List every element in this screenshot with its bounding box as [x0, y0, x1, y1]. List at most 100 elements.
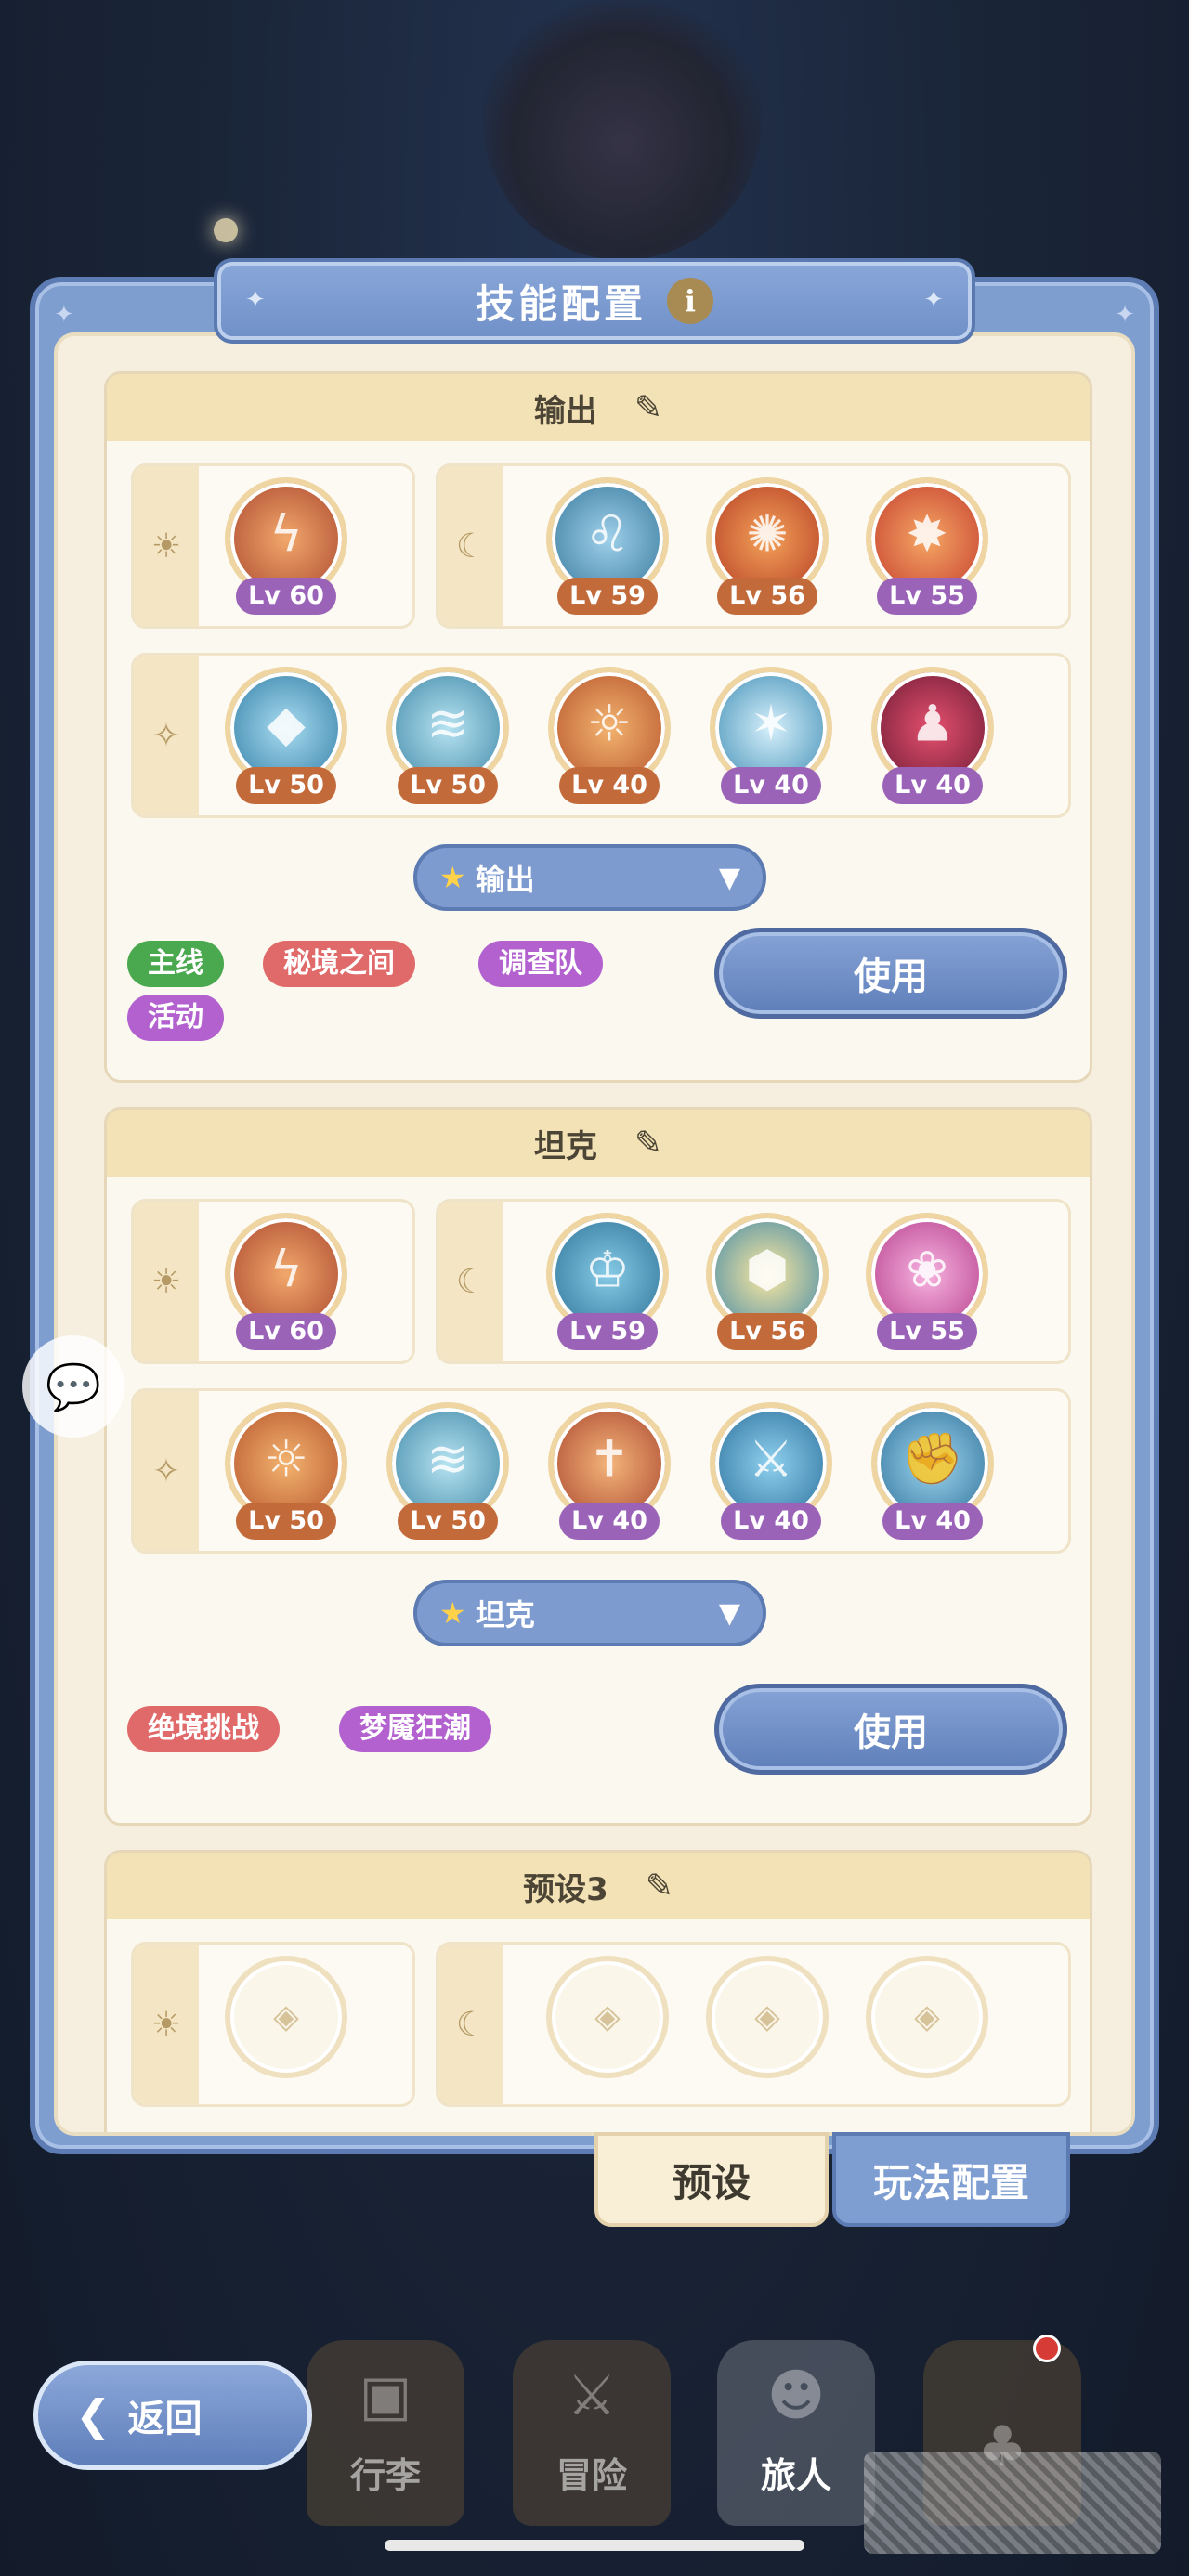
skill-icon[interactable]: ✺ Lv 56	[706, 477, 829, 615]
nav-traveler[interactable]: ☻ 旅人	[717, 2340, 875, 2526]
lightning-icon: ϟ	[269, 504, 303, 564]
back-button[interactable]: ❮ 返回	[33, 2361, 312, 2470]
skill-icon[interactable]: ⬢ Lv 56	[706, 1213, 829, 1350]
skill-icon[interactable]: ϟ Lv 60	[225, 477, 347, 615]
moon-skill-slots: ☾ ♌ Lv 59 ✺ Lv 56 ✸ Lv 55	[436, 463, 1071, 629]
skill-icon[interactable]: ☼ Lv 40	[548, 667, 671, 804]
mode-tag: 秘境之间	[263, 941, 415, 987]
sun-icon: ☀	[134, 1202, 199, 1361]
role-dropdown[interactable]: ★ 坦克 ▼	[413, 1580, 766, 1646]
skill-level: Lv 40	[721, 767, 821, 804]
moon-icon: ☾	[438, 466, 503, 626]
star-icon: ★	[439, 1595, 466, 1631]
background-light	[214, 218, 238, 242]
skill-icon[interactable]: ☼ Lv 50	[225, 1402, 347, 1540]
tab-preset[interactable]: 预设	[594, 2132, 829, 2227]
heart-icon: ❀	[906, 1240, 948, 1299]
sun-icon: ☀	[134, 1945, 199, 2104]
preset-card-tank: 坦克 ✎ ☀ ϟ Lv 60 ☾ ♔ Lv 59 ⬢ Lv 56 ❀ Lv 55	[104, 1107, 1092, 1826]
preset-card-output: 输出 ✎ ☀ ϟ Lv 60 ☾ ♌ Lv 59 ✺ Lv 56 ✸ Lv 55	[104, 371, 1092, 1083]
mode-tag: 主线	[127, 941, 224, 987]
shield-burst-icon: ☼	[586, 694, 633, 753]
star-icon: ★	[439, 860, 466, 895]
flame-icon: ✺	[746, 504, 789, 564]
skill-level: Lv 40	[559, 767, 660, 804]
star-icon: ✧	[134, 1391, 199, 1551]
preset-name: 坦克	[533, 1127, 597, 1165]
skill-icon[interactable]: ≋ Lv 50	[386, 1402, 509, 1540]
chest-icon: ▣	[359, 2363, 412, 2428]
preset-header: 输出 ✎	[107, 374, 1090, 441]
blurred-region	[864, 2452, 1161, 2554]
sun-skill-slot: ☀ ϟ Lv 60	[131, 1199, 415, 1364]
sun-icon: ☀	[134, 466, 199, 626]
corner-star-icon: ✦	[54, 301, 74, 329]
skill-icon[interactable]: ≋ Lv 50	[386, 667, 509, 804]
skill-icon[interactable]: ♟ Lv 40	[871, 667, 994, 804]
skill-icon[interactable]: ✸ Lv 55	[866, 477, 988, 615]
empty-skill-slot[interactable]: ◈	[706, 1956, 829, 2078]
empty-skill-slot[interactable]: ◈	[225, 1956, 347, 2078]
skill-level: Lv 40	[882, 1503, 983, 1540]
edit-icon[interactable]: ✎	[646, 1867, 673, 1906]
empty-skill-slot[interactable]: ◈	[546, 1956, 669, 2078]
preset-header: 坦克 ✎	[107, 1110, 1090, 1177]
star-deco-icon: ✦	[245, 286, 266, 314]
skill-level: Lv 60	[236, 578, 336, 615]
skill-level: Lv 50	[236, 767, 336, 804]
home-indicator	[385, 2540, 804, 2551]
shield-icon: ⬢	[745, 1240, 790, 1299]
traveler-avatar-icon: ☻	[766, 2363, 826, 2428]
star-skill-slots: ✧ ◆ Lv 50 ≋ Lv 50 ☼ Lv 40 ✶ Lv 40 ♟ Lv 4…	[131, 653, 1071, 818]
use-button[interactable]: 使用	[714, 928, 1067, 1019]
empty-slot-icon: ◈	[594, 1997, 621, 2036]
skill-icon[interactable]: ♔ Lv 59	[546, 1213, 669, 1350]
skill-icon[interactable]: ✊ Lv 40	[871, 1402, 994, 1540]
skill-level: Lv 55	[877, 578, 977, 615]
edit-icon[interactable]: ✎	[634, 1125, 662, 1163]
edit-icon[interactable]: ✎	[634, 389, 662, 427]
skill-level: Lv 60	[236, 1313, 336, 1350]
back-label: 返回	[127, 2398, 203, 2440]
shield-burst-icon: ☼	[263, 1429, 309, 1489]
dropdown-arrow-icon: ▼	[718, 861, 740, 894]
skill-icon[interactable]: ◆ Lv 50	[225, 667, 347, 804]
back-arrow-icon: ❮	[75, 2390, 111, 2440]
star-deco-icon: ✦	[923, 286, 944, 314]
skill-level: Lv 50	[398, 767, 498, 804]
empty-slot-icon: ◈	[754, 1997, 780, 2036]
role-dropdown[interactable]: ★ 输出 ▼	[413, 844, 766, 911]
moon-icon: ☾	[438, 1202, 503, 1361]
lightning-icon: ϟ	[269, 1240, 303, 1299]
skill-icon[interactable]: ϟ Lv 60	[225, 1213, 347, 1350]
empty-slot-icon: ◈	[914, 1997, 940, 2036]
info-icon[interactable]: i	[667, 278, 713, 324]
skill-icon[interactable]: ✶ Lv 40	[710, 667, 832, 804]
preset-scroll-area[interactable]: 输出 ✎ ☀ ϟ Lv 60 ☾ ♌ Lv 59 ✺ Lv 56 ✸ Lv 55	[54, 332, 1135, 2136]
empty-skill-slot[interactable]: ◈	[866, 1956, 988, 2078]
nav-luggage[interactable]: ▣ 行李	[307, 2340, 464, 2526]
skill-icon[interactable]: ⚔ Lv 40	[710, 1402, 832, 1540]
preset-header: 预设3 ✎	[107, 1853, 1090, 1919]
empty-slot-icon: ◈	[273, 1997, 299, 2036]
skill-icon[interactable]: ✝ Lv 40	[548, 1402, 671, 1540]
wind-icon: ≋	[426, 1429, 469, 1489]
role-value: 坦克	[475, 1597, 535, 1633]
skill-level: Lv 56	[717, 1313, 817, 1350]
skill-icon[interactable]: ♌ Lv 59	[546, 477, 669, 615]
moon-skill-slots: ☾ ♔ Lv 59 ⬢ Lv 56 ❀ Lv 55	[436, 1199, 1071, 1364]
moon-icon: ☾	[438, 1945, 503, 2104]
preset-name: 预设3	[523, 1870, 608, 1908]
shadow-icon: ♟	[909, 694, 956, 753]
nav-adventure[interactable]: ⚔ 冒险	[513, 2340, 671, 2526]
skill-level: Lv 40	[559, 1503, 660, 1540]
tab-play-config[interactable]: 玩法配置	[832, 2132, 1070, 2227]
skill-level: Lv 50	[398, 1503, 498, 1540]
wind-icon: ≋	[426, 694, 469, 753]
chat-bubble-icon[interactable]: 💬	[22, 1335, 124, 1438]
use-button[interactable]: 使用	[714, 1684, 1067, 1775]
skill-icon[interactable]: ❀ Lv 55	[866, 1213, 988, 1350]
mode-tag: 绝境挑战	[127, 1706, 280, 1752]
star-icon: ✧	[134, 656, 199, 815]
warrior-icon: ⚔	[748, 1429, 794, 1489]
